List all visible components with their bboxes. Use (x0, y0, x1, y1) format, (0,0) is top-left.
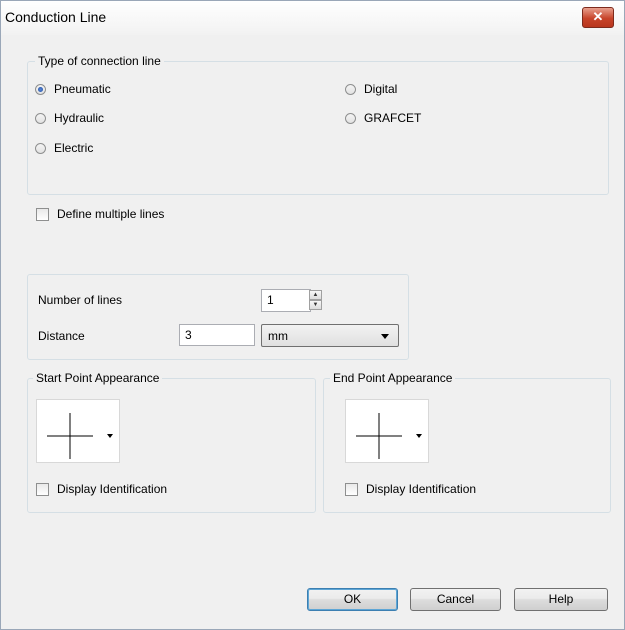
dialog-title: Conduction Line (5, 9, 107, 25)
start-point-legend: Start Point Appearance (33, 371, 163, 385)
title-bar[interactable]: Conduction Line ✕ (1, 1, 624, 35)
start-display-identification-box (36, 482, 49, 496)
number-of-lines-increment[interactable]: ▲ (309, 290, 322, 300)
end-point-legend: End Point Appearance (330, 371, 456, 385)
radio-hydraulic[interactable]: Hydraulic (35, 111, 104, 125)
multiple-lines-panel (27, 274, 409, 360)
cancel-button[interactable]: Cancel (410, 588, 501, 611)
help-button[interactable]: Help (514, 588, 608, 611)
number-of-lines-input[interactable]: 1 (261, 289, 311, 312)
distance-value: 3 (185, 328, 192, 342)
start-display-identification-checkbox[interactable]: Display Identification (36, 482, 167, 496)
end-point-crosshair-icon (356, 413, 422, 459)
radio-hydraulic-indicator (35, 112, 46, 124)
start-display-identification-label: Display Identification (57, 482, 168, 496)
radio-pneumatic-indicator (35, 83, 46, 95)
define-multiple-lines-label: Define multiple lines (57, 207, 165, 221)
distance-input[interactable]: 3 (179, 324, 255, 346)
start-point-crosshair-icon (47, 413, 113, 459)
define-multiple-lines-checkbox[interactable]: Define multiple lines (36, 207, 164, 221)
end-display-identification-label: Display Identification (366, 482, 477, 496)
radio-electric-label: Electric (54, 141, 94, 155)
end-point-picker[interactable] (345, 399, 429, 463)
connection-type-legend: Type of connection line (35, 54, 164, 68)
radio-electric-indicator (35, 142, 46, 154)
radio-digital-indicator (345, 83, 356, 95)
connection-type-group: Type of connection line (27, 54, 609, 195)
chevron-down-icon (381, 334, 389, 339)
number-of-lines-value: 1 (267, 293, 274, 307)
radio-electric[interactable]: Electric (35, 141, 93, 155)
close-button[interactable]: ✕ (582, 7, 614, 28)
radio-grafcet[interactable]: GRAFCET (345, 111, 421, 125)
radio-digital[interactable]: Digital (345, 82, 397, 96)
radio-digital-label: Digital (364, 82, 398, 96)
define-multiple-lines-box (36, 207, 49, 221)
distance-unit-select[interactable]: mm (261, 324, 399, 347)
dialog-window: Conduction Line ✕ Type of connection lin… (0, 0, 625, 630)
close-icon: ✕ (592, 9, 604, 24)
radio-hydraulic-label: Hydraulic (54, 111, 105, 125)
radio-grafcet-label: GRAFCET (364, 111, 422, 125)
number-of-lines-label: Number of lines (38, 293, 123, 307)
radio-pneumatic-label: Pneumatic (54, 82, 111, 96)
ok-button[interactable]: OK (307, 588, 398, 611)
end-display-identification-checkbox[interactable]: Display Identification (345, 482, 476, 496)
distance-label: Distance (38, 329, 85, 343)
radio-grafcet-indicator (345, 112, 356, 124)
radio-pneumatic[interactable]: Pneumatic (35, 82, 111, 96)
start-point-picker[interactable] (36, 399, 120, 463)
end-display-identification-box (345, 482, 358, 496)
number-of-lines-decrement[interactable]: ▼ (309, 300, 322, 310)
distance-unit-value: mm (268, 329, 288, 343)
